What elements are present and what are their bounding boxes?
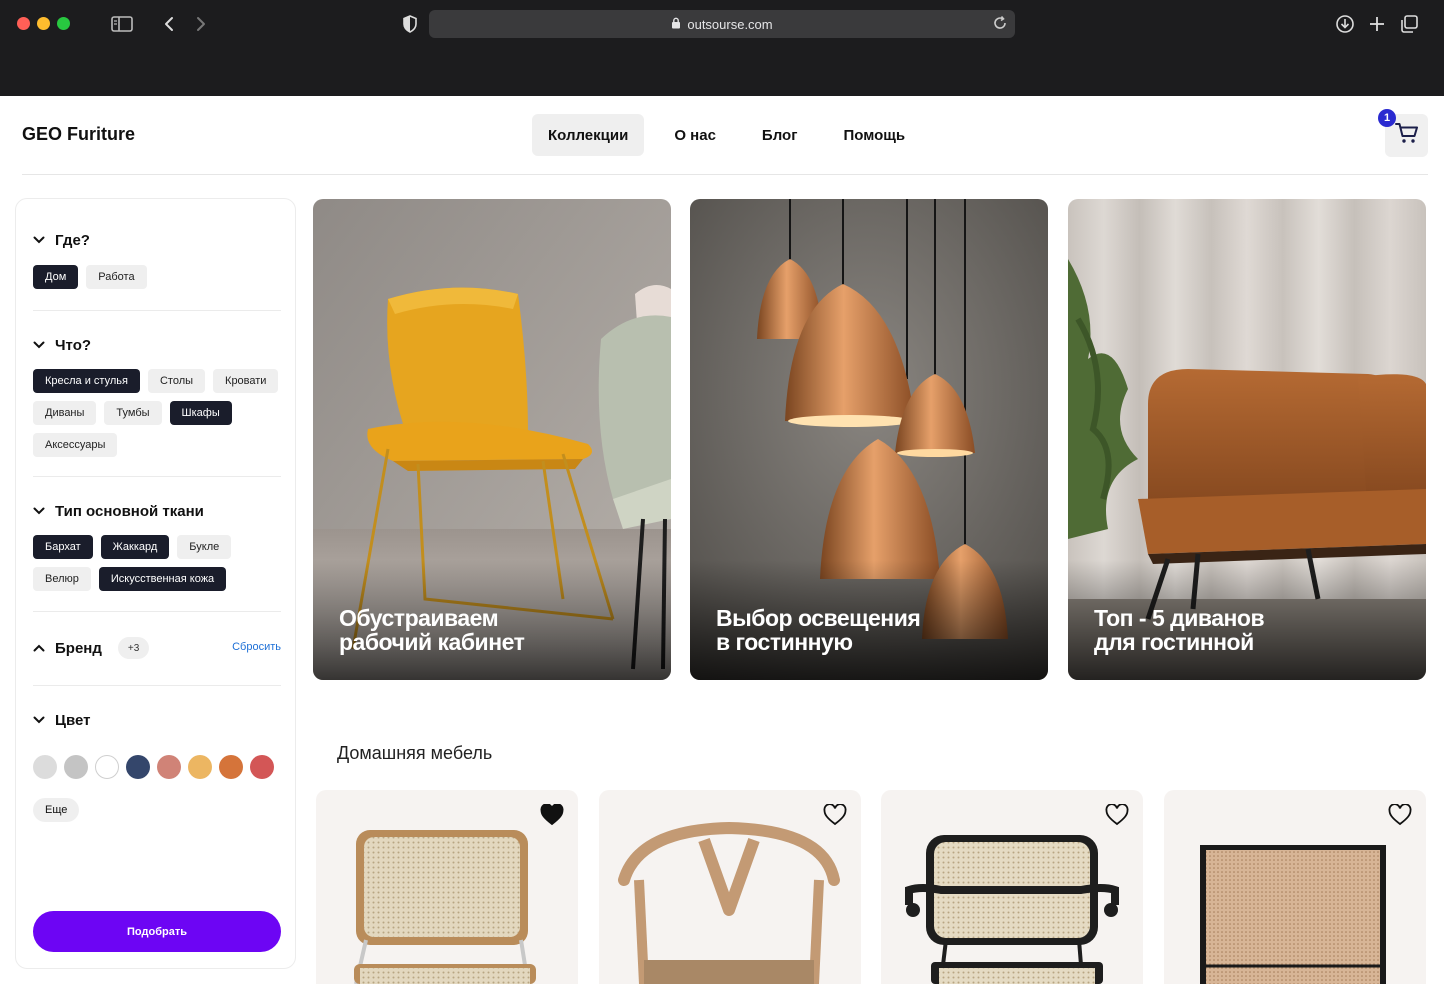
nav-collections[interactable]: Коллекции <box>532 114 645 156</box>
tabs-overview-icon[interactable] <box>1397 12 1421 36</box>
filter-divider <box>33 476 281 477</box>
nav-about[interactable]: О нас <box>658 114 732 156</box>
chip-chairs[interactable]: Кресла и стулья <box>33 369 140 393</box>
filter-sidebar: Где? Дом Работа Что? Кресла и стулья Сто… <box>15 198 296 969</box>
feature-card-lighting[interactable]: Выбор освещения в гостинную <box>690 199 1048 680</box>
product-card[interactable] <box>316 790 578 984</box>
armchair-cane-image <box>905 835 1119 984</box>
section-title-home-furniture: Домашняя мебель <box>337 743 493 763</box>
back-arrow-icon[interactable] <box>157 12 181 36</box>
apply-filters-button[interactable]: Подобрать <box>33 911 281 952</box>
color-swatch[interactable] <box>188 755 212 779</box>
maximize-window-button[interactable] <box>57 17 70 30</box>
filter-divider <box>33 611 281 612</box>
chevron-down-icon <box>33 714 45 726</box>
chip-beds[interactable]: Кровати <box>213 369 279 393</box>
color-swatch[interactable] <box>33 755 57 779</box>
filter-brand-title: Бренд <box>55 639 102 657</box>
nav-blog[interactable]: Блог <box>746 114 814 156</box>
chip-sofas[interactable]: Диваны <box>33 401 97 425</box>
color-swatch[interactable] <box>219 755 243 779</box>
feature-card-title: Выбор освещения в гостинную <box>716 605 921 655</box>
chevron-down-icon <box>33 339 45 351</box>
product-card[interactable] <box>599 790 861 984</box>
cart-icon <box>1394 122 1419 149</box>
rattan-panel-chair-image <box>1200 845 1386 984</box>
filter-fabric-toggle[interactable]: Тип основной ткани <box>33 500 281 522</box>
forward-arrow-icon[interactable] <box>189 12 213 36</box>
filter-color-title: Цвет <box>55 711 91 729</box>
color-swatch[interactable] <box>250 755 274 779</box>
reload-icon[interactable] <box>991 14 1009 35</box>
filter-fabric-options: Бархат Жаккард Букле Велюр Искусственная… <box>33 535 281 591</box>
chevron-down-icon <box>33 234 45 246</box>
filter-fabric: Тип основной ткани Бархат Жаккард Букле … <box>33 500 281 591</box>
close-window-button[interactable] <box>17 17 30 30</box>
chip-faux-leather[interactable]: Искусственная кожа <box>98 567 227 591</box>
reset-brand-link[interactable]: Сбросить <box>232 641 281 653</box>
feature-card-sofas[interactable]: Топ - 5 диванов для гостинной <box>1068 199 1426 680</box>
filter-what-toggle[interactable]: Что? <box>33 334 281 356</box>
filter-what: Что? Кресла и стулья Столы Кровати Диван… <box>33 334 281 457</box>
header-divider <box>22 174 1428 175</box>
filter-where-toggle[interactable]: Где? <box>33 229 281 251</box>
filter-what-options: Кресла и стулья Столы Кровати Диваны Тум… <box>33 369 281 457</box>
chip-home[interactable]: Дом <box>33 265 79 289</box>
site-logo[interactable]: GEO Furiture <box>22 124 135 145</box>
chip-velour[interactable]: Велюр <box>33 567 91 591</box>
color-swatch[interactable] <box>157 755 181 779</box>
wishbone-chair-image <box>618 821 840 984</box>
minimize-window-button[interactable] <box>37 17 50 30</box>
chip-work[interactable]: Работа <box>86 265 147 289</box>
color-swatch[interactable] <box>126 755 150 779</box>
color-swatch[interactable] <box>64 755 88 779</box>
download-icon[interactable] <box>1333 12 1357 36</box>
shield-icon[interactable] <box>398 12 422 36</box>
chip-nightstands[interactable]: Тумбы <box>104 401 162 425</box>
product-card[interactable] <box>1164 790 1426 984</box>
filter-color-toggle[interactable]: Цвет <box>33 709 281 731</box>
url-text: outsourse.com <box>687 16 773 32</box>
chip-wardrobes[interactable]: Шкафы <box>169 401 232 425</box>
cane-chair-image <box>354 830 536 984</box>
color-swatch[interactable] <box>95 755 119 779</box>
nav-help[interactable]: Помощь <box>827 114 921 156</box>
filter-where: Где? Дом Работа <box>33 229 281 289</box>
chip-velvet[interactable]: Бархат <box>33 535 93 559</box>
filter-fabric-title: Тип основной ткани <box>55 502 204 520</box>
filter-color: Цвет Еще <box>33 709 281 822</box>
filter-where-title: Где? <box>55 231 90 249</box>
feature-card-title: Топ - 5 диванов для гостинной <box>1094 605 1265 655</box>
lock-icon <box>671 17 681 32</box>
filter-what-title: Что? <box>55 336 92 354</box>
chevron-down-icon <box>33 505 45 517</box>
address-bar[interactable]: outsourse.com <box>429 10 1015 38</box>
chip-tables[interactable]: Столы <box>147 369 206 393</box>
product-card[interactable] <box>881 790 1143 984</box>
sidebar-toggle-icon[interactable] <box>110 12 134 36</box>
cart-count-badge: 1 <box>1378 109 1396 127</box>
filter-where-options: Дом Работа <box>33 265 281 289</box>
color-swatches <box>33 755 281 779</box>
feature-card-title: Обустраиваем рабочий кабинет <box>339 605 525 655</box>
browser-chrome: outsourse.com <box>0 0 1444 96</box>
feature-card-office[interactable]: Обустраиваем рабочий кабинет <box>313 199 671 680</box>
chip-accessories[interactable]: Аксессуары <box>33 433 118 457</box>
filter-divider <box>33 310 281 311</box>
chip-jacquard[interactable]: Жаккард <box>100 535 170 559</box>
chip-boucle[interactable]: Букле <box>177 535 232 559</box>
filter-brand: Бренд +3 Сбросить <box>33 637 281 659</box>
main-nav: Коллекции О нас Блог Помощь <box>532 114 935 156</box>
filter-divider <box>33 685 281 686</box>
new-tab-plus-icon[interactable] <box>1365 12 1389 36</box>
chevron-up-icon <box>33 642 45 654</box>
more-colors-button[interactable]: Еще <box>33 798 80 822</box>
brand-count-badge[interactable]: +3 <box>117 637 150 659</box>
